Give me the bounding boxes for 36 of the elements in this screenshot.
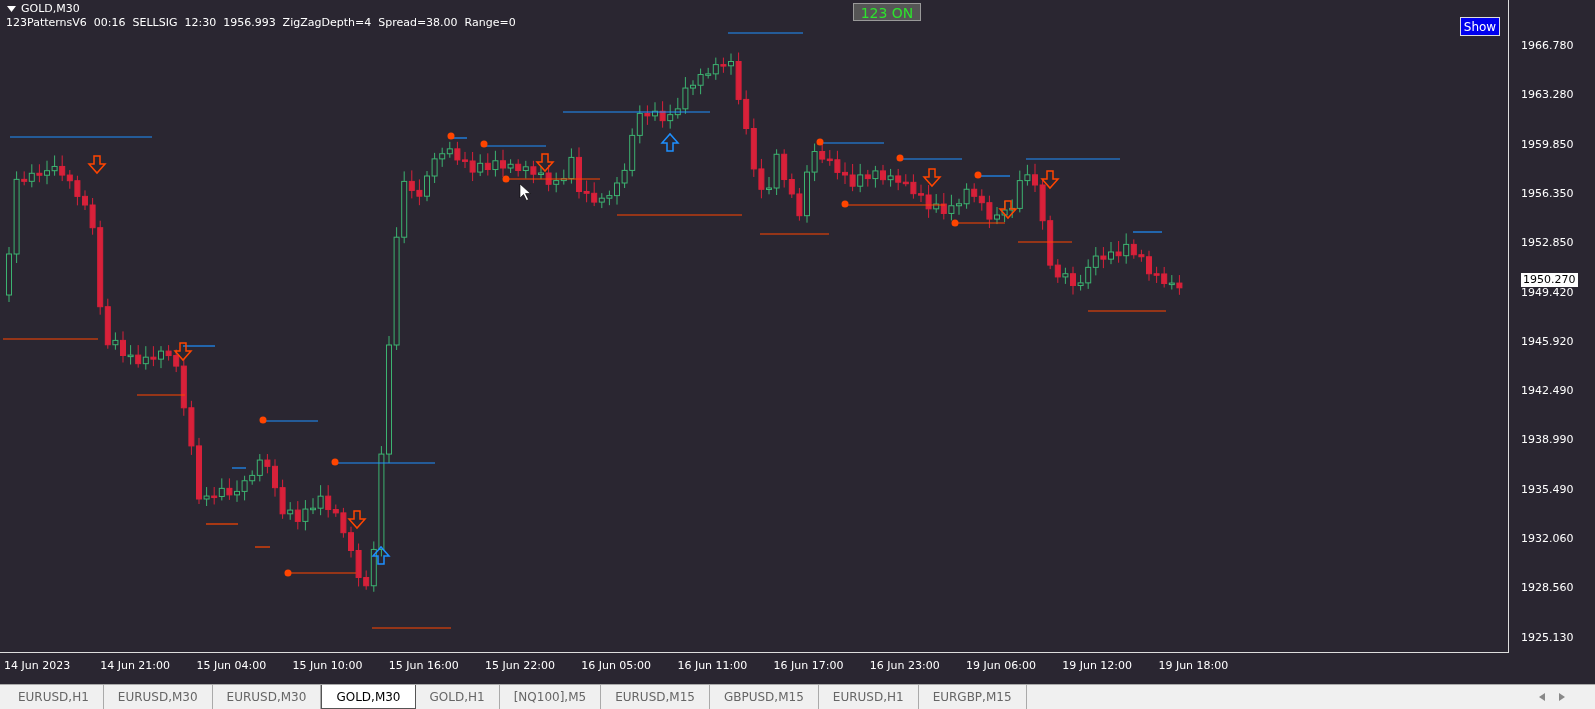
time-tick: 15 Jun 10:00	[292, 659, 363, 672]
collapse-triangle-icon[interactable]	[7, 6, 16, 12]
time-tick: 19 Jun 18:00	[1158, 659, 1229, 672]
show-button[interactable]: Show	[1460, 17, 1500, 36]
current-price: 1950.270	[1521, 273, 1578, 287]
time-tick: 14 Jun 2023	[4, 659, 71, 672]
time-tick: 16 Jun 23:00	[869, 659, 940, 672]
scroll-left-icon[interactable]	[1539, 693, 1545, 701]
time-tick: 19 Jun 06:00	[966, 659, 1036, 672]
price-tick: 1952.850	[1521, 236, 1574, 251]
price-tick: 1945.920	[1521, 334, 1574, 349]
chart-tab[interactable]: GOLD,M30	[321, 685, 416, 709]
time-tick: 15 Jun 16:00	[388, 659, 459, 672]
time-tick: 16 Jun 11:00	[677, 659, 748, 672]
time-tick: 14 Jun 21:00	[100, 659, 171, 672]
status-badge: 123 ON	[853, 3, 921, 21]
time-tick: 15 Jun 22:00	[485, 659, 555, 672]
indicator-info: 123PatternsV6 00:16 SELLSIG 12:30 1956.993 ZigZagDepth=4 Spread=38.00 Range=0	[6, 16, 516, 30]
price-tick: 1925.130	[1521, 630, 1574, 645]
price-tick: 1966.780	[1521, 39, 1574, 53]
price-tick: 1938.990	[1521, 433, 1574, 448]
chart-area[interactable]: GOLD,M30 123PatternsV6 00:16 SELLSIG 12:30 1956.993 ZigZagDepth=4 Spread=38.00 Range=0 123 ON Show	[0, 0, 1509, 653]
time-tick: 15 Jun 04:00	[196, 659, 267, 672]
price-tick: 1935.490	[1521, 482, 1574, 497]
time-tick: 16 Jun 05:00	[581, 659, 652, 672]
price-tick: 1963.280	[1521, 88, 1574, 103]
time-tick: 16 Jun 17:00	[773, 659, 844, 672]
time-tick: 19 Jun 12:00	[1062, 659, 1133, 672]
price-tick: 1949.420	[1521, 285, 1574, 300]
price-tick: 1932.060	[1521, 532, 1574, 546]
price-tick: 1942.490	[1521, 384, 1574, 399]
price-tick: 1956.350	[1521, 186, 1574, 201]
scroll-right-icon[interactable]	[1559, 693, 1565, 701]
price-tick: 1928.560	[1521, 581, 1574, 596]
chart-symbol: GOLD,M30	[21, 2, 80, 16]
price-tick: 1959.850	[1521, 137, 1574, 152]
